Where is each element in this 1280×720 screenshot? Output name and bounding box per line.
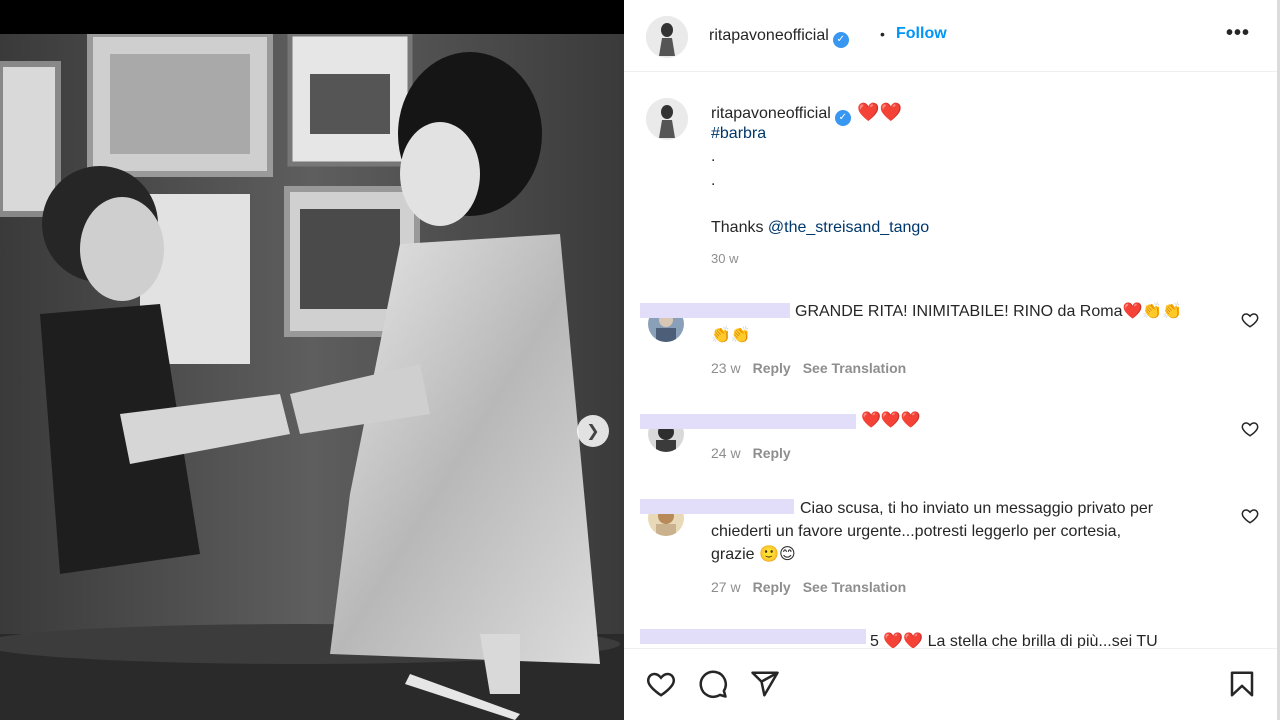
author-username[interactable]: ritapavoneofficial ✓ bbox=[709, 27, 849, 48]
redacted-username bbox=[640, 303, 790, 318]
comment-meta: 24 w Reply bbox=[711, 445, 791, 461]
caption-username[interactable]: ritapavoneofficial bbox=[711, 105, 831, 122]
comment-text-continued: grazie 🙂😊 bbox=[711, 546, 796, 563]
heart-icon[interactable] bbox=[646, 669, 676, 699]
caption-hashtag[interactable]: #barbra bbox=[711, 125, 766, 143]
verified-badge-icon: ✓ bbox=[832, 32, 849, 48]
author-avatar[interactable] bbox=[646, 16, 688, 58]
post-photo-pane: ❯ bbox=[0, 0, 624, 720]
more-options-icon[interactable]: ••• bbox=[1226, 22, 1250, 45]
verified-badge-icon: ✓ bbox=[834, 110, 851, 126]
caption-mention[interactable]: @the_streisand_tango bbox=[768, 219, 929, 236]
see-translation-button[interactable]: See Translation bbox=[803, 579, 906, 595]
comment-time[interactable]: 27 w bbox=[711, 579, 741, 595]
share-icon[interactable] bbox=[750, 669, 780, 699]
caption-hearts: ❤️❤️ bbox=[857, 102, 903, 122]
post-details-panel: ritapavoneofficial ✓ • Follow ••• ritapav… bbox=[624, 0, 1280, 720]
like-comment-heart-icon[interactable] bbox=[1241, 420, 1259, 438]
comment-text-continued: 👏👏 bbox=[711, 327, 751, 344]
post-header: ritapavoneofficial ✓ • Follow ••• bbox=[624, 0, 1277, 72]
redacted-username bbox=[640, 499, 794, 514]
follow-button[interactable]: Follow bbox=[896, 25, 947, 43]
comment-text-continued: chiederti un favore urgente...potresti l… bbox=[711, 523, 1122, 540]
comment-text: GRANDE RITA! INIMITABILE! RINO da Roma❤️… bbox=[795, 303, 1183, 320]
caption-line: ritapavoneofficial ✓ ❤️❤️ bbox=[711, 102, 902, 126]
comment-meta: 27 w Reply See Translation bbox=[711, 579, 906, 595]
like-comment-heart-icon[interactable] bbox=[1241, 311, 1259, 329]
caption-time[interactable]: 30 w bbox=[711, 251, 738, 266]
like-comment-heart-icon[interactable] bbox=[1241, 507, 1259, 525]
comment-time[interactable]: 23 w bbox=[711, 360, 741, 376]
caption-dot-2: . bbox=[711, 172, 716, 189]
comment-text: Ciao scusa, ti ho inviato un messaggio p… bbox=[800, 500, 1154, 517]
reply-button[interactable]: Reply bbox=[753, 360, 791, 376]
redacted-username bbox=[640, 629, 866, 644]
chevron-right-icon: ❯ bbox=[586, 423, 600, 440]
reply-button[interactable]: Reply bbox=[753, 445, 791, 461]
comment-meta: 23 w Reply See Translation bbox=[711, 360, 906, 376]
comment-icon[interactable] bbox=[698, 669, 728, 699]
reply-button[interactable]: Reply bbox=[753, 579, 791, 595]
photo-illustration bbox=[0, 34, 624, 720]
caption-thanks: Thanks @the_streisand_tango bbox=[711, 219, 929, 237]
carousel-next-button[interactable]: ❯ bbox=[577, 415, 609, 447]
comment-text: ❤️❤️❤️ bbox=[861, 412, 921, 429]
caption-author-avatar[interactable] bbox=[646, 98, 688, 140]
caption-thanks-text: Thanks bbox=[711, 219, 768, 236]
post-action-bar bbox=[624, 648, 1277, 720]
redacted-username bbox=[640, 414, 856, 429]
post-photo[interactable] bbox=[0, 34, 624, 720]
author-username-text[interactable]: ritapavoneofficial bbox=[709, 27, 829, 44]
caption-dot-1: . bbox=[711, 148, 716, 165]
header-separator: • bbox=[880, 26, 885, 42]
see-translation-button[interactable]: See Translation bbox=[803, 360, 906, 376]
bookmark-icon[interactable] bbox=[1227, 669, 1257, 699]
comment-time[interactable]: 24 w bbox=[711, 445, 741, 461]
